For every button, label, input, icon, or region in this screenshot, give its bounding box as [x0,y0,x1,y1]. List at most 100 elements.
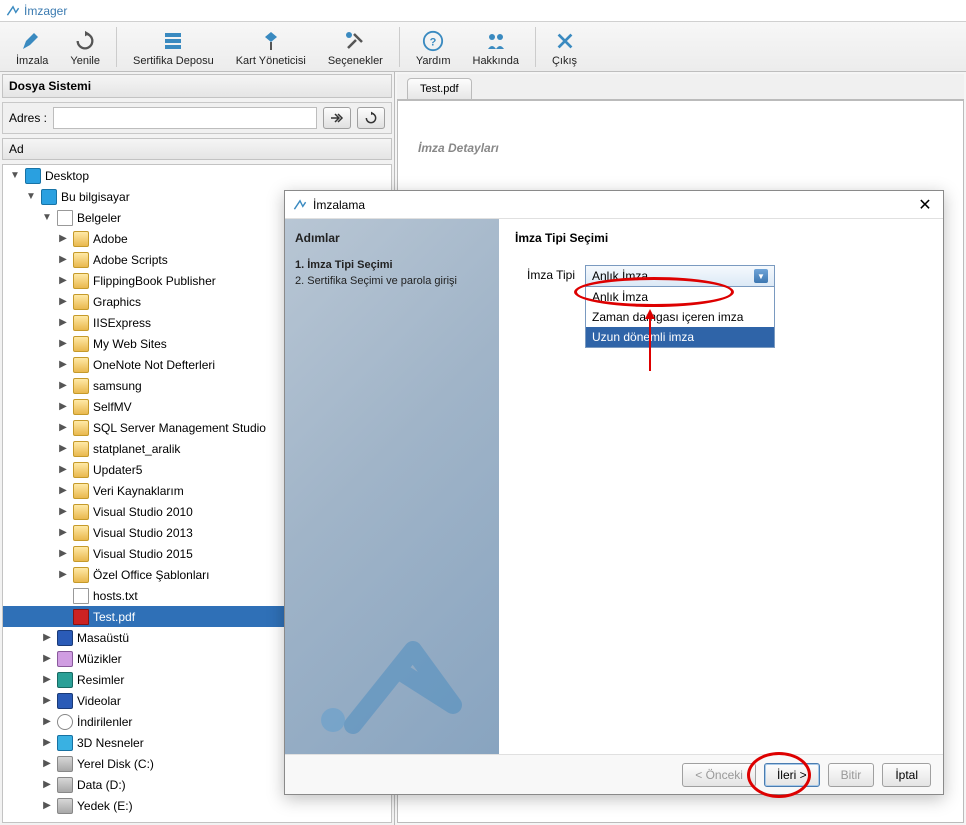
folder-icon [73,504,89,520]
tree-node-label: Updater5 [93,463,142,477]
combo-selected-text: Anlık İmza [592,269,648,283]
folder-icon [73,483,89,499]
tree-arrow-icon: ▶ [57,527,69,538]
step-1: 1. İmza Tipi Seçimi [295,257,489,273]
tree-arrow-icon: ▶ [57,254,69,265]
folder-icon [73,420,89,436]
tree-arrow-icon: ▶ [41,737,53,748]
back-button[interactable]: < Önceki [682,763,756,787]
tree-arrow-icon: ▶ [57,422,69,433]
help-icon: ? [421,29,445,53]
tool-certstore[interactable]: Sertifika Deposu [123,29,224,67]
tree-node-label: FlippingBook Publisher [93,274,216,288]
combo-selected[interactable]: Anlık İmza ▼ [586,266,774,286]
tree-node-label: OneNote Not Defterleri [93,358,215,372]
folder-icon [73,273,89,289]
stack-icon [161,29,185,53]
tree-arrow-icon: ▶ [57,317,69,328]
tree-node[interactable]: ▼Desktop [3,165,391,186]
tool-options[interactable]: Seçenekler [318,29,393,67]
window-title: İmzager [24,4,67,18]
tree-column-header[interactable]: Ad [2,138,392,160]
tree-arrow-icon: ▶ [41,800,53,811]
dialog-main-header: İmza Tipi Seçimi [515,231,927,245]
cube-icon [57,735,73,751]
combo-option[interactable]: Anlık İmza [586,287,774,307]
steps-header: Adımlar [295,231,489,245]
tree-arrow-icon: ▶ [57,380,69,391]
tree-arrow-icon: ▶ [41,758,53,769]
tool-help[interactable]: ? Yardım [406,29,461,67]
tree-node-label: Visual Studio 2015 [93,547,193,561]
tool-refresh[interactable]: Yenile [60,29,110,67]
tree-node-label: Yerel Disk (C:) [77,757,154,771]
tool-exit[interactable]: Çıkış [542,29,587,67]
tab-testpdf[interactable]: Test.pdf [407,78,472,99]
combo-option[interactable]: Zaman damgası içeren imza [586,307,774,327]
step-2: 2. Sertifika Seçimi ve parola girişi [295,273,489,289]
tool-cardmgr[interactable]: Kart Yöneticisi [226,29,316,67]
tree-arrow-icon: ▶ [57,401,69,412]
tree-arrow-icon: ▶ [41,674,53,685]
refresh-button[interactable] [357,107,385,129]
tree-node-label: Visual Studio 2013 [93,526,193,540]
tree-arrow-icon: ▶ [57,485,69,496]
signing-dialog: İmzalama ✕ Adımlar 1. İmza Tipi Seçimi 2… [284,190,944,795]
finish-button[interactable]: Bitir [828,763,875,787]
tool-options-label: Seçenekler [328,55,383,67]
tree-arrow-icon: ▶ [57,296,69,307]
go-button[interactable] [323,107,351,129]
tree-arrow-icon: ▶ [57,443,69,454]
tree-arrow-icon: ▶ [41,653,53,664]
signature-watermark-icon [303,610,473,740]
address-label: Adres : [9,111,47,125]
tree-node-label: Özel Office Şablonları [93,568,210,582]
cancel-button[interactable]: İptal [882,763,931,787]
tree-node-label: Yedek (E:) [77,799,133,813]
note-icon [57,651,73,667]
tree-arrow-icon: ▶ [57,359,69,370]
tree-node-label: Belgeler [77,211,121,225]
dialog-steps-panel: Adımlar 1. İmza Tipi Seçimi 2. Sertifika… [285,219,499,754]
refresh-icon [73,29,97,53]
tree-arrow-icon: ▶ [57,506,69,517]
dialog-footer: < Önceki İleri > Bitir İptal [285,754,943,794]
tool-about[interactable]: Hakkında [463,29,529,67]
tool-help-label: Yardım [416,55,451,67]
people-icon [484,29,508,53]
folder-icon [73,357,89,373]
folder-icon [73,315,89,331]
folder-icon [73,399,89,415]
folder-icon [73,336,89,352]
signature-details-label: İmza Detayları [418,141,943,155]
pic-icon [57,672,73,688]
toolbar-separator [116,27,117,67]
folder-icon [73,252,89,268]
tree-arrow-icon: ▶ [57,569,69,580]
tree-arrow-icon: ▶ [57,275,69,286]
folder-icon [73,231,89,247]
tree-arrow-icon: ▶ [57,233,69,244]
exit-icon [553,29,577,53]
tree-arrow-icon: ▶ [41,716,53,727]
monitor-icon [25,168,41,184]
dialog-main-panel: İmza Tipi Seçimi İmza Tipi Anlık İmza ▼ … [499,219,943,754]
tree-node-label: SQL Server Management Studio [93,421,266,435]
tree-node-label: İndirilenler [77,715,132,729]
combo-option[interactable]: Uzun dönemli imza [586,327,774,347]
tool-sign[interactable]: İmzala [6,29,58,67]
folder-icon [73,567,89,583]
combo-label: İmza Tipi [515,265,575,282]
tree-node[interactable]: ▶ Yedek (E:) [3,795,391,816]
tree-arrow-icon: ▶ [57,464,69,475]
folder-icon [73,462,89,478]
dialog-close-button[interactable]: ✕ [915,195,935,215]
signature-type-combo[interactable]: Anlık İmza ▼ Anlık İmzaZaman damgası içe… [585,265,775,348]
dialog-titlebar[interactable]: İmzalama ✕ [285,191,943,219]
toolbar-separator [399,27,400,67]
address-input[interactable] [53,107,317,129]
next-button[interactable]: İleri > [764,763,820,787]
tree-node-label: Desktop [45,169,89,183]
tree-node-label: SelfMV [93,400,132,414]
drive-icon [57,777,73,793]
